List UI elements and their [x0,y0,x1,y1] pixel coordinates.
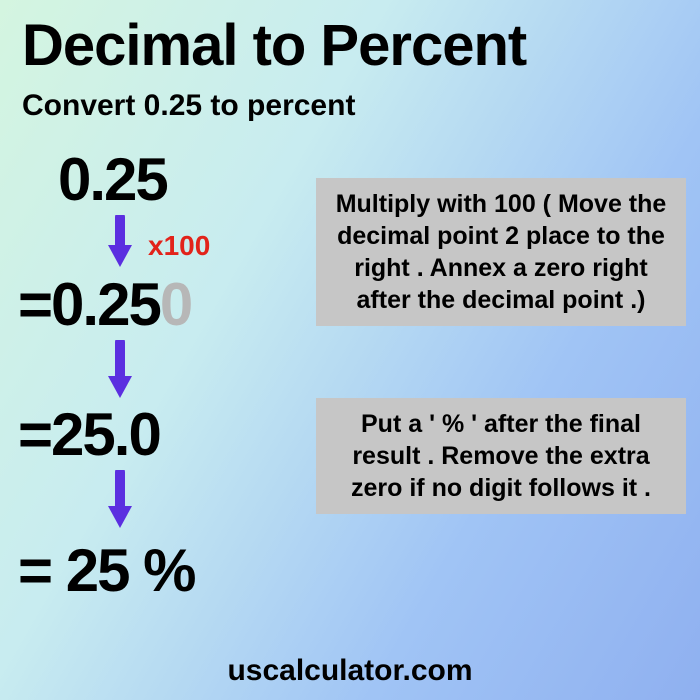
step-value-1: 0.25 [58,145,167,214]
step-value-2: =0.250 [18,270,191,339]
explanation-box-1: Multiply with 100 ( Move the decimal poi… [316,178,686,326]
footer-credit: uscalculator.com [0,654,700,688]
arrow-down-icon [108,340,132,398]
page-title: Decimal to Percent [0,0,700,87]
arrow-down-icon [108,215,132,267]
step-value-2-ghost: 0 [160,271,191,338]
step-value-2-prefix: =0.25 [18,271,160,338]
explanation-box-2: Put a ' % ' after the final result . Rem… [316,398,686,514]
step-value-3: =25.0 [18,400,160,469]
arrow-down-icon [108,470,132,528]
convert-subtitle: Convert 0.25 to percent [0,87,700,129]
multiplier-label: x100 [148,230,210,262]
step-value-4: = 25 % [18,536,194,605]
